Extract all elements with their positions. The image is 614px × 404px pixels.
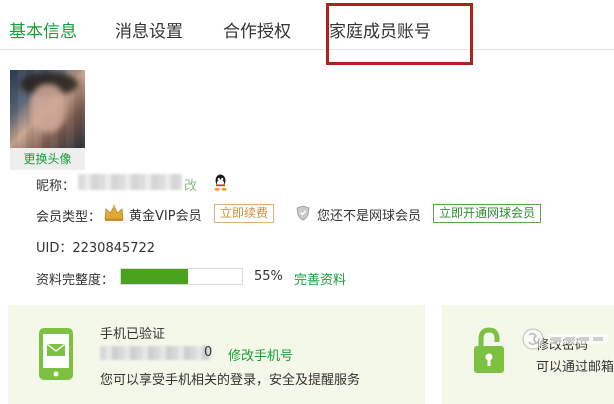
tab-bar: 基本信息 消息设置 合作授权 家庭成员账号 bbox=[0, 0, 614, 50]
phone-verified-title: 手机已验证 bbox=[100, 327, 166, 342]
shield-icon bbox=[296, 205, 310, 221]
avatar[interactable] bbox=[10, 70, 85, 148]
crown-icon bbox=[104, 204, 124, 221]
tab-highlight-box bbox=[326, 3, 473, 65]
change-password-card: 修改密码 可以通过邮箱 bbox=[442, 305, 614, 404]
nickname-label: 昵称： bbox=[36, 179, 76, 194]
completeness-progress-fill bbox=[121, 269, 188, 284]
not-member-text: 您还不是网球会员 bbox=[317, 209, 422, 224]
tab-authorization[interactable]: 合作授权 bbox=[223, 17, 291, 42]
member-type-label: 会员类型： bbox=[36, 210, 102, 225]
open-membership-button[interactable]: 立即开通网球会员 bbox=[433, 204, 542, 223]
completeness-progress-bar bbox=[120, 268, 243, 285]
renew-button[interactable]: 立即续费 bbox=[214, 204, 275, 223]
phone-icon bbox=[39, 328, 73, 380]
phone-number-blurred bbox=[100, 346, 210, 360]
completeness-label: 资料完整度： bbox=[36, 273, 115, 288]
phone-service-desc: 您可以享受手机相关的登录，安全及提醒服务 bbox=[100, 373, 361, 388]
change-password-desc: 可以通过邮箱 bbox=[536, 360, 614, 375]
completeness-percent: 55% bbox=[254, 269, 283, 284]
qq-icon[interactable] bbox=[213, 174, 228, 191]
vip-level-text: 黄金VIP会员 bbox=[129, 209, 202, 224]
avatar-face bbox=[30, 84, 66, 132]
watermark-icon bbox=[522, 328, 608, 350]
tab-basic-info[interactable]: 基本信息 bbox=[9, 17, 77, 42]
tab-message-settings[interactable]: 消息设置 bbox=[115, 17, 183, 42]
uid-text: UID：2230845722 bbox=[36, 241, 156, 256]
lock-icon bbox=[474, 327, 504, 373]
change-phone-link[interactable]: 修改手机号 bbox=[228, 345, 293, 364]
phone-verified-card: 手机已验证 0 修改手机号 您可以享受手机相关的登录，安全及提醒服务 bbox=[8, 305, 425, 404]
phone-number-suffix: 0 bbox=[204, 345, 213, 360]
complete-profile-link[interactable]: 完善资料 bbox=[294, 269, 346, 288]
change-avatar-button[interactable]: 更换头像 bbox=[10, 148, 85, 170]
nickname-edit-link[interactable]: 改 bbox=[184, 175, 197, 194]
nickname-value-blurred bbox=[78, 174, 182, 190]
